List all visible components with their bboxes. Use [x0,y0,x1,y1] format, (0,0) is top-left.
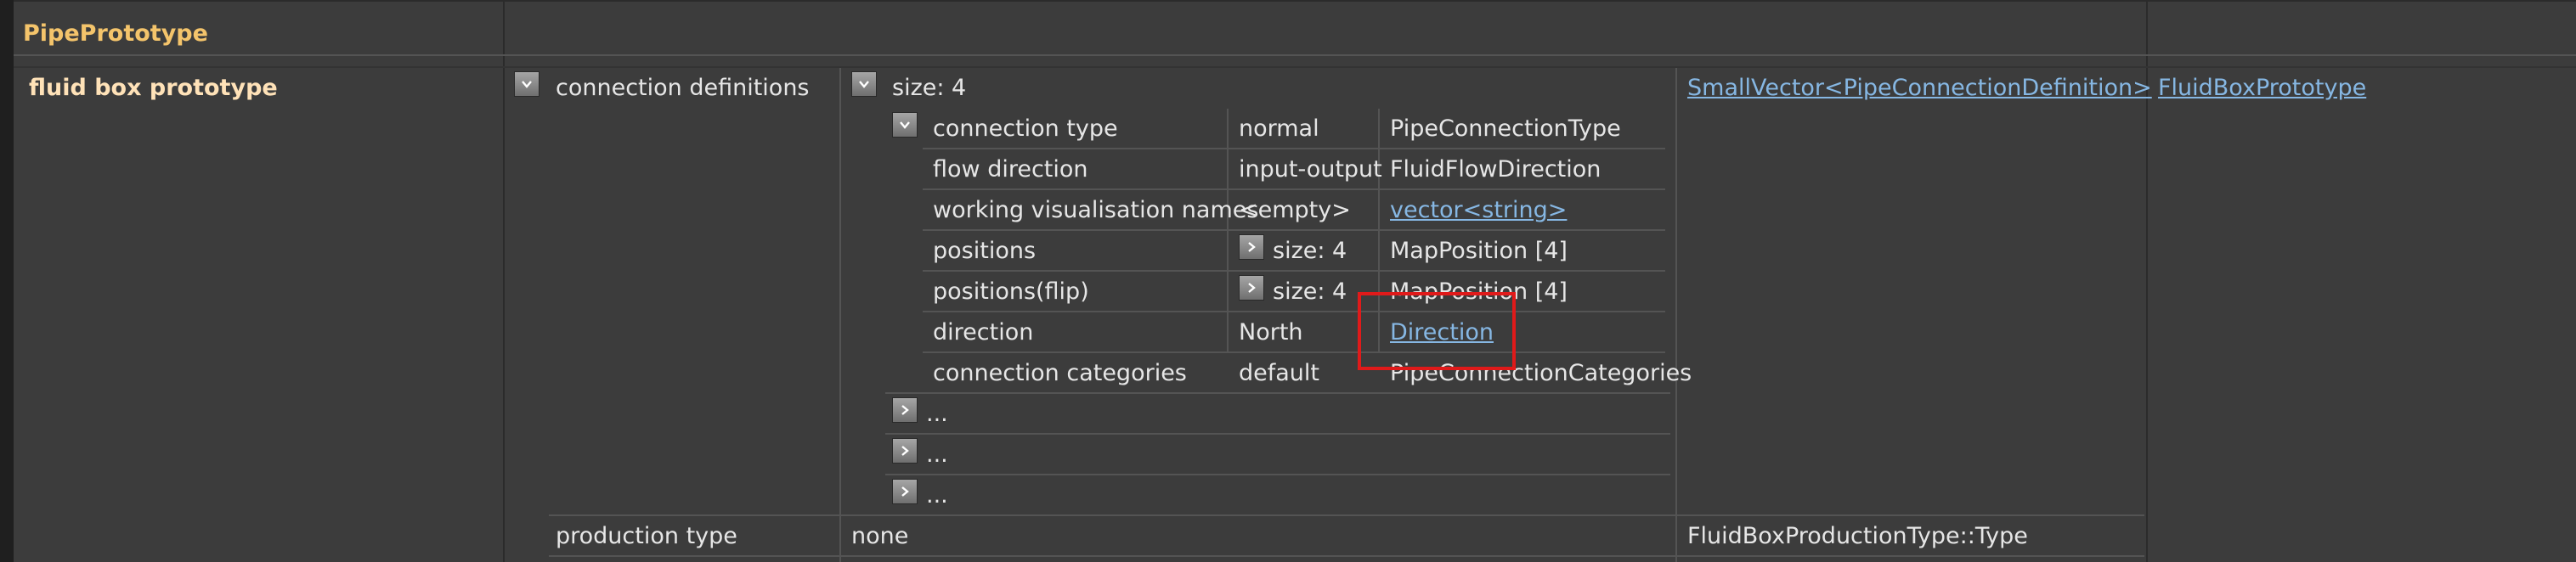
row-divider [923,270,1665,272]
size-value: size: 4 [892,75,967,101]
field-type: MapPosition [4] [1390,238,1568,264]
page-title: PipePrototype [23,20,208,47]
property-label: fluid box prototype [29,75,278,101]
row-divider [885,474,1670,475]
chevron-right-icon [901,486,909,497]
field-value: size: 4 [1273,238,1347,264]
connection-definitions-label: connection definitions [556,75,810,101]
chevron-right-icon [1248,283,1256,293]
row-divider [923,229,1665,231]
column-divider [1227,109,1229,353]
field-type: FluidFlowDirection [1390,156,1602,183]
production-type-label: production type [556,523,737,549]
chevron-down-icon [859,81,869,88]
row-divider [14,66,2576,68]
collapsed-item: ... [926,482,948,509]
type-link[interactable]: vector<string> [1390,197,1567,224]
field-value: input-output [1239,156,1382,183]
production-type-type: FluidBoxProductionType::Type [1687,523,2028,549]
expand-button[interactable] [892,479,918,504]
row-divider [549,555,2144,557]
field-name: flow direction [933,156,1088,183]
field-value: default [1239,360,1320,386]
field-value: North [1239,319,1303,346]
row-divider [885,433,1670,435]
production-type-value: none [851,523,909,549]
field-name: connection type [933,115,1118,142]
field-type: PipeConnectionType [1390,115,1621,142]
type-link[interactable]: SmallVector<PipeConnectionDefinition> [1687,75,2152,102]
expand-button[interactable] [1239,275,1264,301]
field-name: positions [933,238,1037,264]
collapse-button[interactable] [892,112,918,138]
chevron-right-icon [1248,242,1256,252]
row-divider [923,351,1665,353]
row-divider [14,54,2576,56]
collapsed-item: ... [926,401,948,427]
row-divider [14,0,2576,2]
field-name: connection categories [933,360,1187,386]
row-divider [923,311,1665,312]
left-border [0,0,14,562]
collapse-button[interactable] [851,71,877,97]
field-value: size: 4 [1273,278,1347,305]
type-link[interactable]: FluidBoxPrototype [2158,75,2366,102]
column-divider [839,68,841,562]
column-divider [503,0,505,562]
chevron-right-icon [901,405,909,415]
field-name: working visualisation names [933,197,1259,223]
row-divider [923,188,1665,190]
row-divider [885,392,1670,394]
expand-button[interactable] [1239,234,1264,260]
chevron-down-icon [900,121,910,129]
field-value: <empty> [1239,197,1351,223]
field-name: direction [933,319,1034,346]
highlight-box [1358,292,1516,370]
column-divider [1675,68,1677,562]
chevron-right-icon [901,446,909,456]
expand-button[interactable] [892,397,918,423]
expand-button[interactable] [892,438,918,464]
collapse-button[interactable] [514,71,539,97]
chevron-down-icon [522,81,532,88]
field-name: positions(flip) [933,278,1089,305]
row-divider [549,514,2144,516]
row-divider [923,148,1665,149]
field-value: normal [1239,115,1319,142]
collapsed-item: ... [926,441,948,468]
